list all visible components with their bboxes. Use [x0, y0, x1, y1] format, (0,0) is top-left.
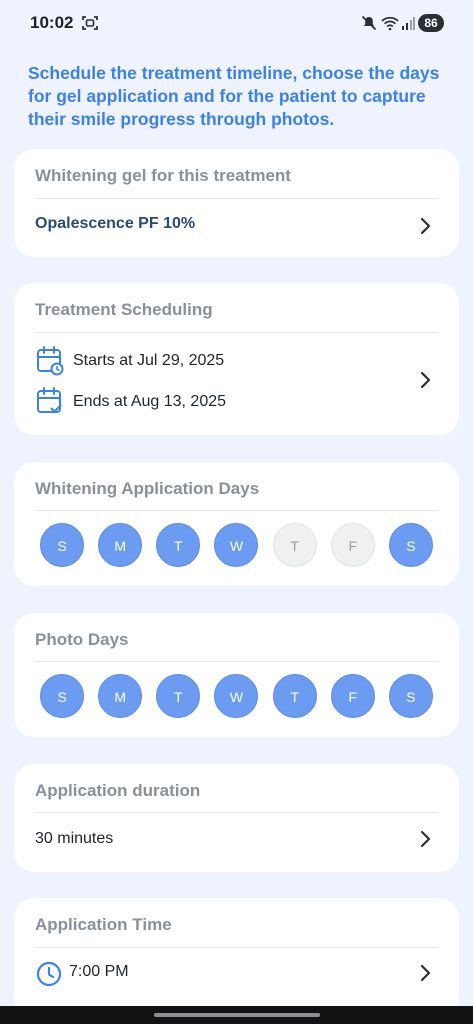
start-date-text: Starts at Jul 29, 2025	[73, 352, 225, 369]
time-card-title: Application Time	[35, 915, 172, 934]
time-value: 7:00 PM	[69, 963, 129, 980]
status-bar: 10:02 86	[0, 0, 473, 46]
time-card: Application Time 7:00 PM	[14, 898, 459, 1018]
photo-day-toggle[interactable]: T	[272, 674, 317, 718]
chevron-right-icon	[420, 830, 431, 848]
wifi-icon	[381, 16, 399, 31]
whitening-days-title: Whitening Application Days	[35, 479, 260, 498]
photo-day-toggle[interactable]: S	[40, 674, 84, 718]
screen-record-icon	[82, 16, 98, 30]
gel-card: Whitening gel for this treatment Opalesc…	[14, 149, 459, 257]
whitening-day-toggle[interactable]: S	[40, 523, 84, 567]
whitening-days-card: Whitening Application Days S M T W T F S	[14, 462, 459, 586]
chevron-right-icon	[420, 964, 431, 982]
photo-day-toggle[interactable]: M	[98, 674, 143, 718]
navigation-bar	[0, 1006, 473, 1024]
schedule-card: Treatment Scheduling Starts at Jul 29, 2…	[14, 283, 459, 435]
photo-days-selector: S M T W T F S	[40, 674, 433, 718]
schedule-card-title: Treatment Scheduling	[35, 300, 213, 319]
schedule-selector-row[interactable]: Starts at Jul 29, 2025 Ends at Aug 13, 2…	[14, 333, 459, 435]
calendar-clock-icon	[37, 346, 64, 376]
duration-card: Application duration 30 minutes	[14, 764, 459, 872]
gel-selector-row[interactable]: Opalescence PF 10%	[14, 199, 459, 257]
whitening-days-selector: S M T W T F S	[40, 523, 433, 567]
chevron-right-icon	[420, 371, 431, 389]
whitening-day-toggle[interactable]: W	[214, 523, 259, 567]
whitening-day-toggle[interactable]: S	[388, 523, 433, 567]
gel-name: Opalescence PF 10%	[35, 215, 196, 232]
divider	[35, 661, 438, 662]
photo-day-toggle[interactable]: T	[156, 674, 201, 718]
photo-day-toggle[interactable]: S	[388, 674, 433, 718]
duration-card-title: Application duration	[35, 781, 201, 800]
divider	[35, 510, 438, 511]
battery-icon: 86	[418, 14, 444, 32]
mute-icon	[361, 15, 377, 31]
photo-day-toggle[interactable]: W	[214, 674, 259, 718]
clock-icon	[36, 961, 62, 987]
chevron-right-icon	[420, 217, 431, 235]
end-date-text: Ends at Aug 13, 2025	[73, 393, 227, 410]
home-gesture-handle[interactable]	[154, 1013, 320, 1017]
photo-days-card: Photo Days S M T W T F S	[14, 613, 459, 737]
whitening-day-toggle[interactable]: T	[156, 523, 201, 567]
duration-selector-row[interactable]: 30 minutes	[14, 813, 459, 872]
whitening-day-toggle[interactable]: T	[272, 523, 317, 567]
status-time: 10:02	[30, 13, 74, 32]
whitening-day-toggle[interactable]: M	[98, 523, 143, 567]
signal-icon	[402, 17, 415, 30]
gel-card-title: Whitening gel for this treatment	[35, 166, 291, 185]
photo-days-title: Photo Days	[35, 630, 129, 649]
photo-day-toggle[interactable]: F	[330, 674, 375, 718]
calendar-check-icon	[37, 387, 62, 413]
time-selector-row[interactable]: 7:00 PM	[14, 948, 459, 998]
intro-text: Schedule the treatment timeline, choose …	[28, 63, 440, 129]
duration-value: 30 minutes	[35, 830, 114, 847]
whitening-day-toggle[interactable]: F	[330, 523, 375, 567]
